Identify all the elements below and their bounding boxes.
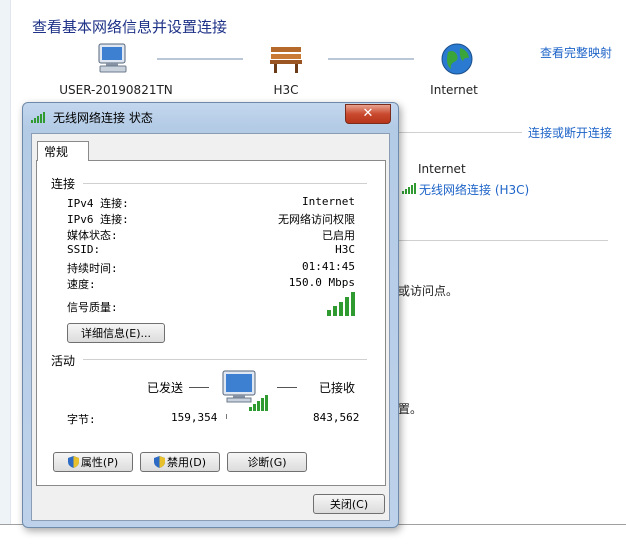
tab-general[interactable]: 常规 xyxy=(37,141,89,161)
wireless-status-dialog: 无线网络连接 状态 ✕ 常规 连接 IPv4 连接: Internet IPv6… xyxy=(22,102,399,528)
left-pane xyxy=(0,0,11,524)
section-divider xyxy=(398,132,522,133)
wireless-signal-icon xyxy=(31,111,47,126)
network-activity-icon xyxy=(221,367,271,422)
details-button[interactable]: 详细信息(E)... xyxy=(67,323,165,343)
internet-label: Internet xyxy=(430,83,478,97)
signal-strength-icon xyxy=(327,291,357,316)
ssid-label: SSID: xyxy=(67,243,101,256)
duration-label: 持续时间: xyxy=(67,262,118,275)
connect-disconnect-link[interactable]: 连接或断开连接 xyxy=(528,124,612,141)
section-divider xyxy=(398,240,608,241)
computer-icon xyxy=(96,42,130,77)
speed-value: 150.0 Mbps xyxy=(288,276,355,289)
ipv4-value: Internet xyxy=(302,195,355,208)
speed-label: 速度: xyxy=(67,278,96,291)
uac-shield-icon xyxy=(67,455,79,468)
properties-label: 属性(P) xyxy=(80,456,119,469)
media-state-value: 已启用 xyxy=(322,229,355,242)
tab-panel: 连接 IPv4 连接: Internet IPv6 连接: 无网络访问权限 媒体… xyxy=(36,160,386,486)
access-type-value: Internet xyxy=(418,162,466,176)
connector-line xyxy=(157,58,243,60)
group-activity-label: 活动 xyxy=(51,354,76,368)
ipv6-label: IPv6 连接: xyxy=(67,213,129,226)
truncated-text: 置。 xyxy=(398,402,423,416)
ipv4-label: IPv4 连接: xyxy=(67,197,129,210)
disable-label: 禁用(D) xyxy=(166,456,207,469)
properties-button[interactable]: 属性(P) xyxy=(53,452,133,472)
received-line xyxy=(277,387,297,388)
disable-button[interactable]: 禁用(D) xyxy=(140,452,220,472)
media-state-label: 媒体状态: xyxy=(67,229,118,242)
ipv6-value: 无网络访问权限 xyxy=(278,213,355,226)
diagnose-button[interactable]: 诊断(G) xyxy=(227,452,307,472)
close-button[interactable]: 关闭(C) xyxy=(313,494,385,514)
computer-name-label: USER-20190821TN xyxy=(59,83,173,97)
connector-line xyxy=(328,58,414,60)
wireless-connection-link[interactable]: 无线网络连接 (H3C) xyxy=(419,181,529,198)
sent-bytes-value: 159,354 xyxy=(171,411,218,424)
signal-quality-label: 信号质量: xyxy=(67,301,118,314)
received-label: 已接收 xyxy=(319,381,356,395)
globe-icon xyxy=(440,42,474,79)
received-bytes-value: 843,562 xyxy=(313,411,360,424)
page-title: 查看基本网络信息并设置连接 xyxy=(32,18,228,36)
dialog-title: 无线网络连接 状态 xyxy=(53,111,153,125)
close-icon[interactable]: ✕ xyxy=(345,104,391,124)
sent-line xyxy=(189,387,209,388)
group-connection-label: 连接 xyxy=(51,177,76,191)
see-full-map-link[interactable]: 查看完整映射 xyxy=(540,44,612,61)
bench-icon xyxy=(268,44,304,77)
bytes-label: 字节: xyxy=(67,413,96,426)
group-divider xyxy=(83,183,367,184)
uac-shield-icon xyxy=(153,455,165,468)
router-name-label: H3C xyxy=(273,83,299,97)
truncated-text: 或访问点。 xyxy=(398,284,459,298)
ssid-value: H3C xyxy=(335,243,355,256)
duration-value: 01:41:45 xyxy=(302,260,355,273)
wireless-signal-icon xyxy=(402,182,416,197)
group-divider xyxy=(83,359,367,360)
sent-label: 已发送 xyxy=(147,381,184,395)
